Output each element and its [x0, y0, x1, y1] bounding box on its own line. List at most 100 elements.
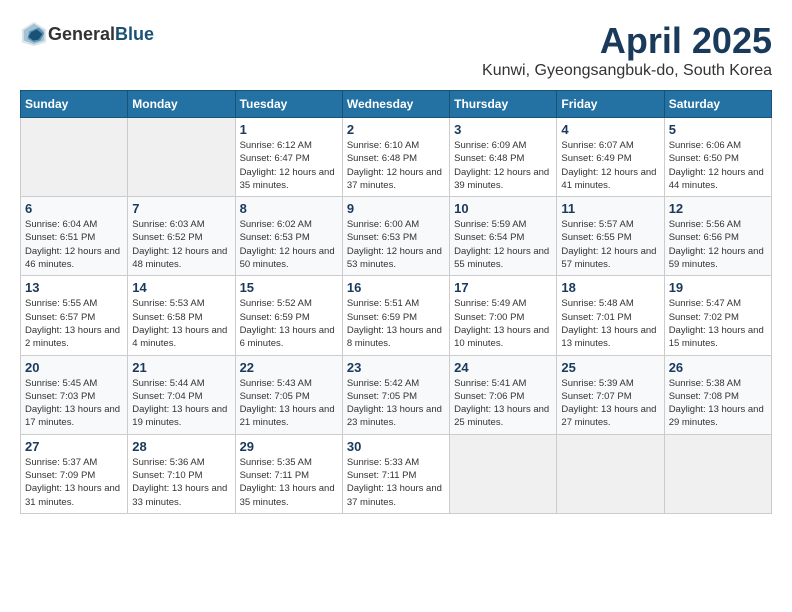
weekday-header-sunday: Sunday: [21, 91, 128, 118]
calendar-cell: 9 Sunrise: 6:00 AM Sunset: 6:53 PM Daylig…: [342, 197, 449, 276]
day-info: Sunrise: 6:12 AM Sunset: 6:47 PM Dayligh…: [240, 139, 338, 192]
calendar-cell: 25 Sunrise: 5:39 AM Sunset: 7:07 PM Dayli…: [557, 355, 664, 434]
day-number: 1: [240, 122, 338, 137]
calendar-cell: [557, 434, 664, 513]
calendar-cell: 13 Sunrise: 5:55 AM Sunset: 6:57 PM Dayli…: [21, 276, 128, 355]
day-info: Sunrise: 5:52 AM Sunset: 6:59 PM Dayligh…: [240, 297, 338, 350]
day-number: 15: [240, 280, 338, 295]
calendar-week-row: 1 Sunrise: 6:12 AM Sunset: 6:47 PM Daylig…: [21, 118, 772, 197]
calendar-week-row: 13 Sunrise: 5:55 AM Sunset: 6:57 PM Dayli…: [21, 276, 772, 355]
calendar-cell: 30 Sunrise: 5:33 AM Sunset: 7:11 PM Dayli…: [342, 434, 449, 513]
calendar-cell: 4 Sunrise: 6:07 AM Sunset: 6:49 PM Daylig…: [557, 118, 664, 197]
calendar-cell: [21, 118, 128, 197]
day-number: 8: [240, 201, 338, 216]
calendar-cell: 15 Sunrise: 5:52 AM Sunset: 6:59 PM Dayli…: [235, 276, 342, 355]
day-number: 24: [454, 360, 552, 375]
calendar-cell: 8Sunrise: 6:02 AM Sunset: 6:53 PM Daylig…: [235, 197, 342, 276]
calendar-cell: 17 Sunrise: 5:49 AM Sunset: 7:00 PM Dayli…: [450, 276, 557, 355]
day-info: Sunrise: 5:59 AM Sunset: 6:54 PM Dayligh…: [454, 218, 552, 271]
weekday-header-friday: Friday: [557, 91, 664, 118]
day-number: 17: [454, 280, 552, 295]
day-number: 4: [561, 122, 659, 137]
day-number: 27: [25, 439, 123, 454]
weekday-header-wednesday: Wednesday: [342, 91, 449, 118]
calendar-cell: 1 Sunrise: 6:12 AM Sunset: 6:47 PM Daylig…: [235, 118, 342, 197]
logo-icon: [20, 20, 48, 48]
day-info: Sunrise: 5:44 AM Sunset: 7:04 PM Dayligh…: [132, 377, 230, 430]
day-info: Sunrise: 5:41 AM Sunset: 7:06 PM Dayligh…: [454, 377, 552, 430]
day-info: Sunrise: 5:35 AM Sunset: 7:11 PM Dayligh…: [240, 456, 338, 509]
day-number: 12: [669, 201, 767, 216]
day-number: 30: [347, 439, 445, 454]
day-info: Sunrise: 5:39 AM Sunset: 7:07 PM Dayligh…: [561, 377, 659, 430]
calendar-cell: 10 Sunrise: 5:59 AM Sunset: 6:54 PM Dayli…: [450, 197, 557, 276]
calendar-cell: 26 Sunrise: 5:38 AM Sunset: 7:08 PM Dayli…: [664, 355, 771, 434]
day-info: Sunrise: 5:51 AM Sunset: 6:59 PM Dayligh…: [347, 297, 445, 350]
logo-text-blue: Blue: [115, 24, 154, 45]
weekday-header-tuesday: Tuesday: [235, 91, 342, 118]
calendar-cell: [128, 118, 235, 197]
day-info: Sunrise: 5:43 AM Sunset: 7:05 PM Dayligh…: [240, 377, 338, 430]
calendar-cell: 23 Sunrise: 5:42 AM Sunset: 7:05 PM Dayli…: [342, 355, 449, 434]
weekday-header-monday: Monday: [128, 91, 235, 118]
calendar-cell: 14Sunrise: 5:53 AM Sunset: 6:58 PM Dayli…: [128, 276, 235, 355]
day-number: 9: [347, 201, 445, 216]
day-number: 26: [669, 360, 767, 375]
weekday-header-row: SundayMondayTuesdayWednesdayThursdayFrid…: [21, 91, 772, 118]
calendar-cell: 27 Sunrise: 5:37 AM Sunset: 7:09 PM Dayli…: [21, 434, 128, 513]
day-info: Sunrise: 6:10 AM Sunset: 6:48 PM Dayligh…: [347, 139, 445, 192]
day-info: Sunrise: 6:07 AM Sunset: 6:49 PM Dayligh…: [561, 139, 659, 192]
calendar-cell: 19Sunrise: 5:47 AM Sunset: 7:02 PM Dayli…: [664, 276, 771, 355]
calendar-cell: 3 Sunrise: 6:09 AM Sunset: 6:48 PM Daylig…: [450, 118, 557, 197]
location-title: Kunwi, Gyeongsangbuk-do, South Korea: [482, 62, 772, 80]
calendar-cell: 28 Sunrise: 5:36 AM Sunset: 7:10 PM Dayli…: [128, 434, 235, 513]
day-info: Sunrise: 5:57 AM Sunset: 6:55 PM Dayligh…: [561, 218, 659, 271]
day-number: 29: [240, 439, 338, 454]
calendar-cell: 2 Sunrise: 6:10 AM Sunset: 6:48 PM Daylig…: [342, 118, 449, 197]
day-info: Sunrise: 5:42 AM Sunset: 7:05 PM Dayligh…: [347, 377, 445, 430]
weekday-header-saturday: Saturday: [664, 91, 771, 118]
day-number: 7: [132, 201, 230, 216]
weekday-header-thursday: Thursday: [450, 91, 557, 118]
day-number: 18: [561, 280, 659, 295]
month-title: April 2025: [482, 20, 772, 62]
day-info: Sunrise: 5:33 AM Sunset: 7:11 PM Dayligh…: [347, 456, 445, 509]
day-info: Sunrise: 5:55 AM Sunset: 6:57 PM Dayligh…: [25, 297, 123, 350]
day-info: Sunrise: 5:37 AM Sunset: 7:09 PM Dayligh…: [25, 456, 123, 509]
calendar-cell: 16Sunrise: 5:51 AM Sunset: 6:59 PM Dayli…: [342, 276, 449, 355]
calendar-cell: 5 Sunrise: 6:06 AM Sunset: 6:50 PM Daylig…: [664, 118, 771, 197]
day-info: Sunrise: 5:38 AM Sunset: 7:08 PM Dayligh…: [669, 377, 767, 430]
day-number: 10: [454, 201, 552, 216]
day-info: Sunrise: 5:45 AM Sunset: 7:03 PM Dayligh…: [25, 377, 123, 430]
day-number: 28: [132, 439, 230, 454]
calendar-cell: [450, 434, 557, 513]
calendar-cell: 20 Sunrise: 5:45 AM Sunset: 7:03 PM Dayli…: [21, 355, 128, 434]
day-number: 23: [347, 360, 445, 375]
day-info: Sunrise: 6:00 AM Sunset: 6:53 PM Dayligh…: [347, 218, 445, 271]
day-number: 13: [25, 280, 123, 295]
page-header: General Blue April 2025 Kunwi, Gyeongsan…: [20, 20, 772, 80]
calendar-cell: 24 Sunrise: 5:41 AM Sunset: 7:06 PM Dayli…: [450, 355, 557, 434]
calendar-cell: 18Sunrise: 5:48 AM Sunset: 7:01 PM Dayli…: [557, 276, 664, 355]
day-number: 2: [347, 122, 445, 137]
day-info: Sunrise: 6:04 AM Sunset: 6:51 PM Dayligh…: [25, 218, 123, 271]
day-number: 3: [454, 122, 552, 137]
calendar-cell: 22Sunrise: 5:43 AM Sunset: 7:05 PM Dayli…: [235, 355, 342, 434]
logo-text-general: General: [48, 24, 115, 45]
day-number: 25: [561, 360, 659, 375]
day-number: 6: [25, 201, 123, 216]
calendar-cell: [664, 434, 771, 513]
logo: General Blue: [20, 20, 154, 48]
day-info: Sunrise: 6:06 AM Sunset: 6:50 PM Dayligh…: [669, 139, 767, 192]
day-number: 11: [561, 201, 659, 216]
day-number: 20: [25, 360, 123, 375]
day-number: 5: [669, 122, 767, 137]
day-number: 14: [132, 280, 230, 295]
day-info: Sunrise: 5:49 AM Sunset: 7:00 PM Dayligh…: [454, 297, 552, 350]
calendar-cell: 11 Sunrise: 5:57 AM Sunset: 6:55 PM Dayli…: [557, 197, 664, 276]
day-info: Sunrise: 6:09 AM Sunset: 6:48 PM Dayligh…: [454, 139, 552, 192]
day-info: Sunrise: 5:47 AM Sunset: 7:02 PM Dayligh…: [669, 297, 767, 350]
day-info: Sunrise: 5:36 AM Sunset: 7:10 PM Dayligh…: [132, 456, 230, 509]
calendar-cell: 21Sunrise: 5:44 AM Sunset: 7:04 PM Dayli…: [128, 355, 235, 434]
calendar-week-row: 20 Sunrise: 5:45 AM Sunset: 7:03 PM Dayli…: [21, 355, 772, 434]
